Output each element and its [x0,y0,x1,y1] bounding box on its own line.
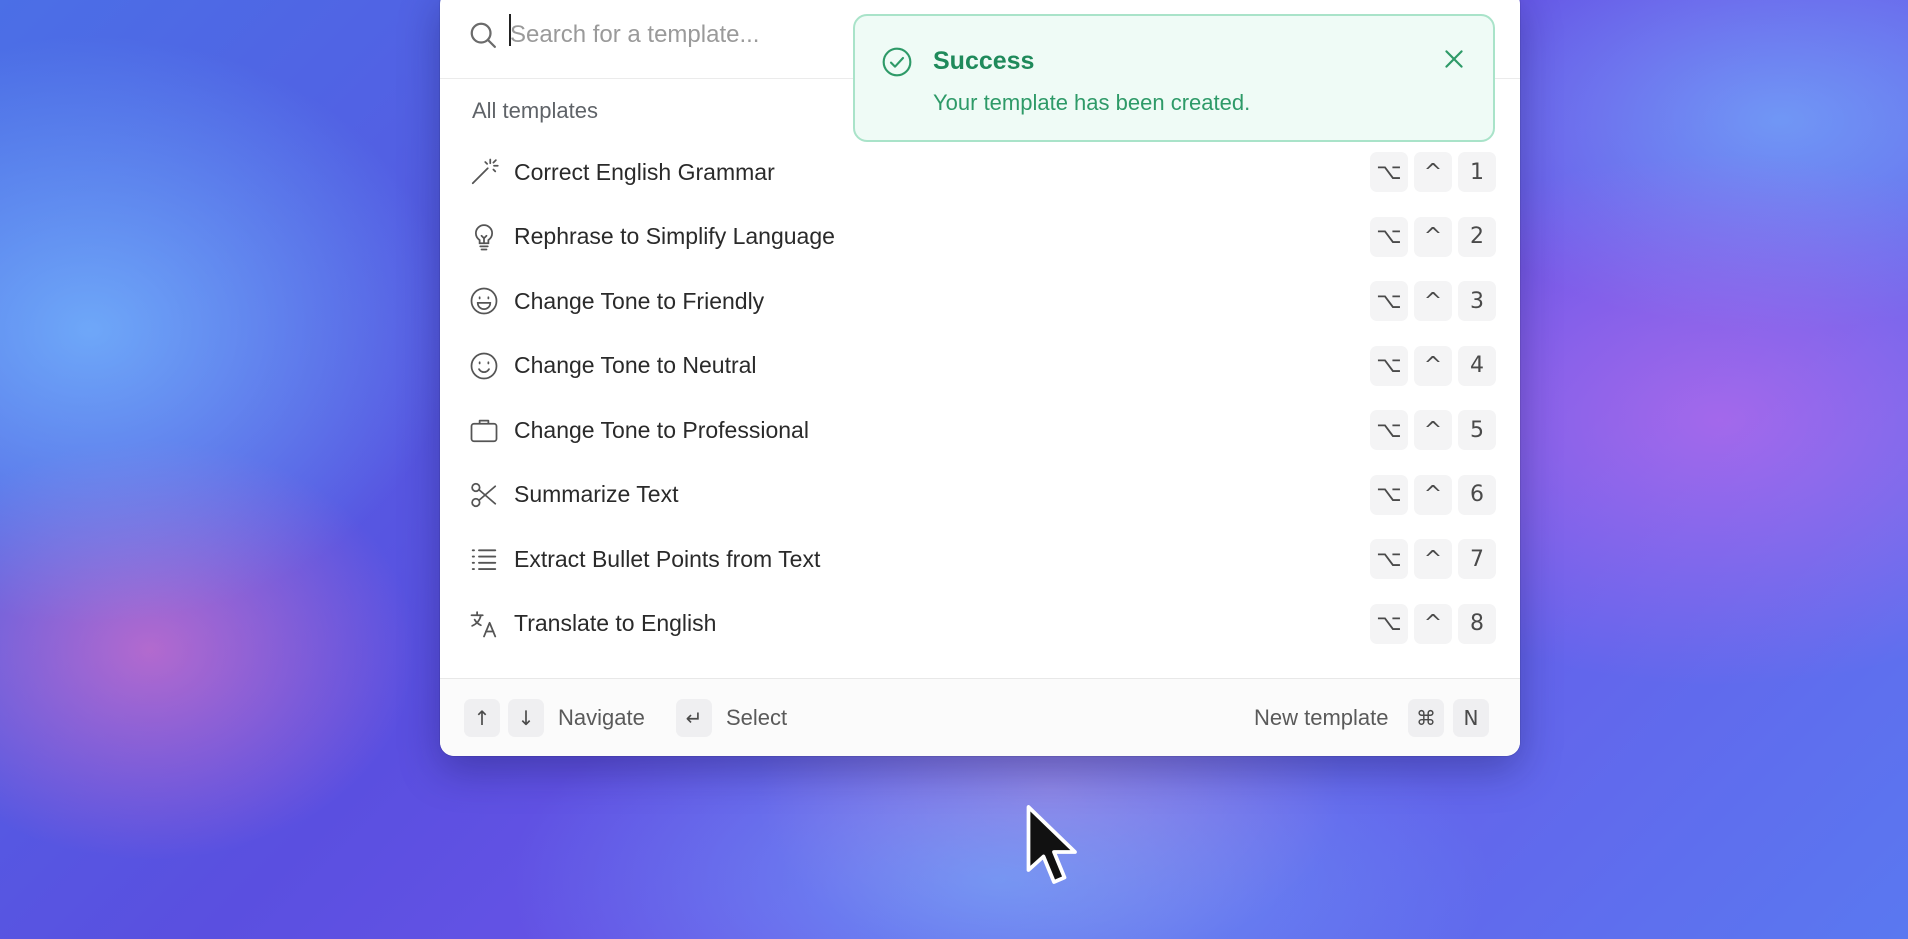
option-key: ⌥ [1370,603,1408,644]
success-toast: Success Your template has been created. [853,14,1495,142]
shortcut-keys: ⌥ ^ 7 [1370,539,1496,580]
control-key: ^ [1414,474,1452,515]
control-key: ^ [1414,281,1452,322]
toast-message: Your template has been created. [933,90,1251,115]
control-key: ^ [1414,603,1452,644]
command-key: ⌘ [1408,699,1444,737]
template-row-tone-professional[interactable]: Change Tone to Professional ⌥ ^ 5 [440,398,1520,463]
n-key: N [1453,699,1489,737]
number-key: 3 [1458,281,1496,322]
toast-title: Success [933,47,1035,75]
shortcut-keys: ⌥ ^ 2 [1370,216,1496,257]
mouse-pointer-icon [1026,805,1077,884]
bullet-list-icon [468,543,500,575]
arrow-up-key: ↑ [464,699,500,737]
shortcut-keys: ⌥ ^ 1 [1370,152,1496,193]
magic-wand-icon [468,156,500,188]
template-row-bullet-points[interactable]: Extract Bullet Points from Text ⌥ ^ 7 [440,527,1520,592]
option-key: ⌥ [1370,216,1408,257]
grin-face-icon [468,285,500,317]
control-key: ^ [1414,216,1452,257]
template-row-tone-friendly[interactable]: Change Tone to Friendly ⌥ ^ 3 [440,269,1520,334]
arrow-down-key: ↓ [508,699,544,737]
close-icon[interactable] [1441,46,1467,72]
template-label: Rephrase to Simplify Language [514,223,835,250]
enter-key: ↵ [676,699,712,737]
scissors-icon [468,479,500,511]
smile-face-icon [468,350,500,382]
search-icon [470,22,496,48]
option-key: ⌥ [1370,345,1408,386]
number-key: 1 [1458,152,1496,193]
control-key: ^ [1414,410,1452,451]
number-key: 2 [1458,216,1496,257]
footer-bar: ↑ ↓ Navigate ↵ Select New template ⌘ N [440,678,1520,756]
lightbulb-icon [468,221,500,253]
template-row-correct-english-grammar[interactable]: Correct English Grammar ⌥ ^ 1 [440,140,1520,205]
new-template-button[interactable]: New template [1254,705,1389,731]
check-circle-icon [882,47,912,77]
template-row-summarize[interactable]: Summarize Text ⌥ ^ 6 [440,463,1520,528]
briefcase-icon [468,414,500,446]
number-key: 8 [1458,603,1496,644]
search-input[interactable] [508,14,832,56]
template-label: Extract Bullet Points from Text [514,545,821,572]
template-label: Change Tone to Neutral [514,352,757,379]
shortcut-keys: ⌥ ^ 8 [1370,603,1496,644]
template-label: Change Tone to Friendly [514,287,765,314]
number-key: 6 [1458,474,1496,515]
template-label: Translate to English [514,610,717,637]
shortcut-keys: ⌥ ^ 5 [1370,410,1496,451]
number-key: 5 [1458,410,1496,451]
control-key: ^ [1414,539,1452,580]
shortcut-keys: ⌥ ^ 6 [1370,474,1496,515]
option-key: ⌥ [1370,152,1408,193]
number-key: 4 [1458,345,1496,386]
text-caret [509,14,511,46]
template-label: Summarize Text [514,481,679,508]
template-label: Change Tone to Professional [514,416,809,443]
option-key: ⌥ [1370,410,1408,451]
option-key: ⌥ [1370,281,1408,322]
control-key: ^ [1414,345,1452,386]
number-key: 7 [1458,539,1496,580]
template-row-rephrase-simplify[interactable]: Rephrase to Simplify Language ⌥ ^ 2 [440,205,1520,270]
shortcut-keys: ⌥ ^ 3 [1370,281,1496,322]
template-label: Correct English Grammar [514,158,775,185]
section-title: All templates [472,98,598,123]
select-label: Select [726,705,788,730]
navigate-label: Navigate [558,705,645,730]
translate-icon [468,608,500,640]
template-list: Correct English Grammar ⌥ ^ 1 Rephrase t… [440,140,1520,656]
template-row-tone-neutral[interactable]: Change Tone to Neutral ⌥ ^ 4 [440,334,1520,399]
option-key: ⌥ [1370,474,1408,515]
template-row-translate[interactable]: Translate to English ⌥ ^ 8 [440,592,1520,657]
shortcut-keys: ⌥ ^ 4 [1370,345,1496,386]
option-key: ⌥ [1370,539,1408,580]
control-key: ^ [1414,152,1452,193]
